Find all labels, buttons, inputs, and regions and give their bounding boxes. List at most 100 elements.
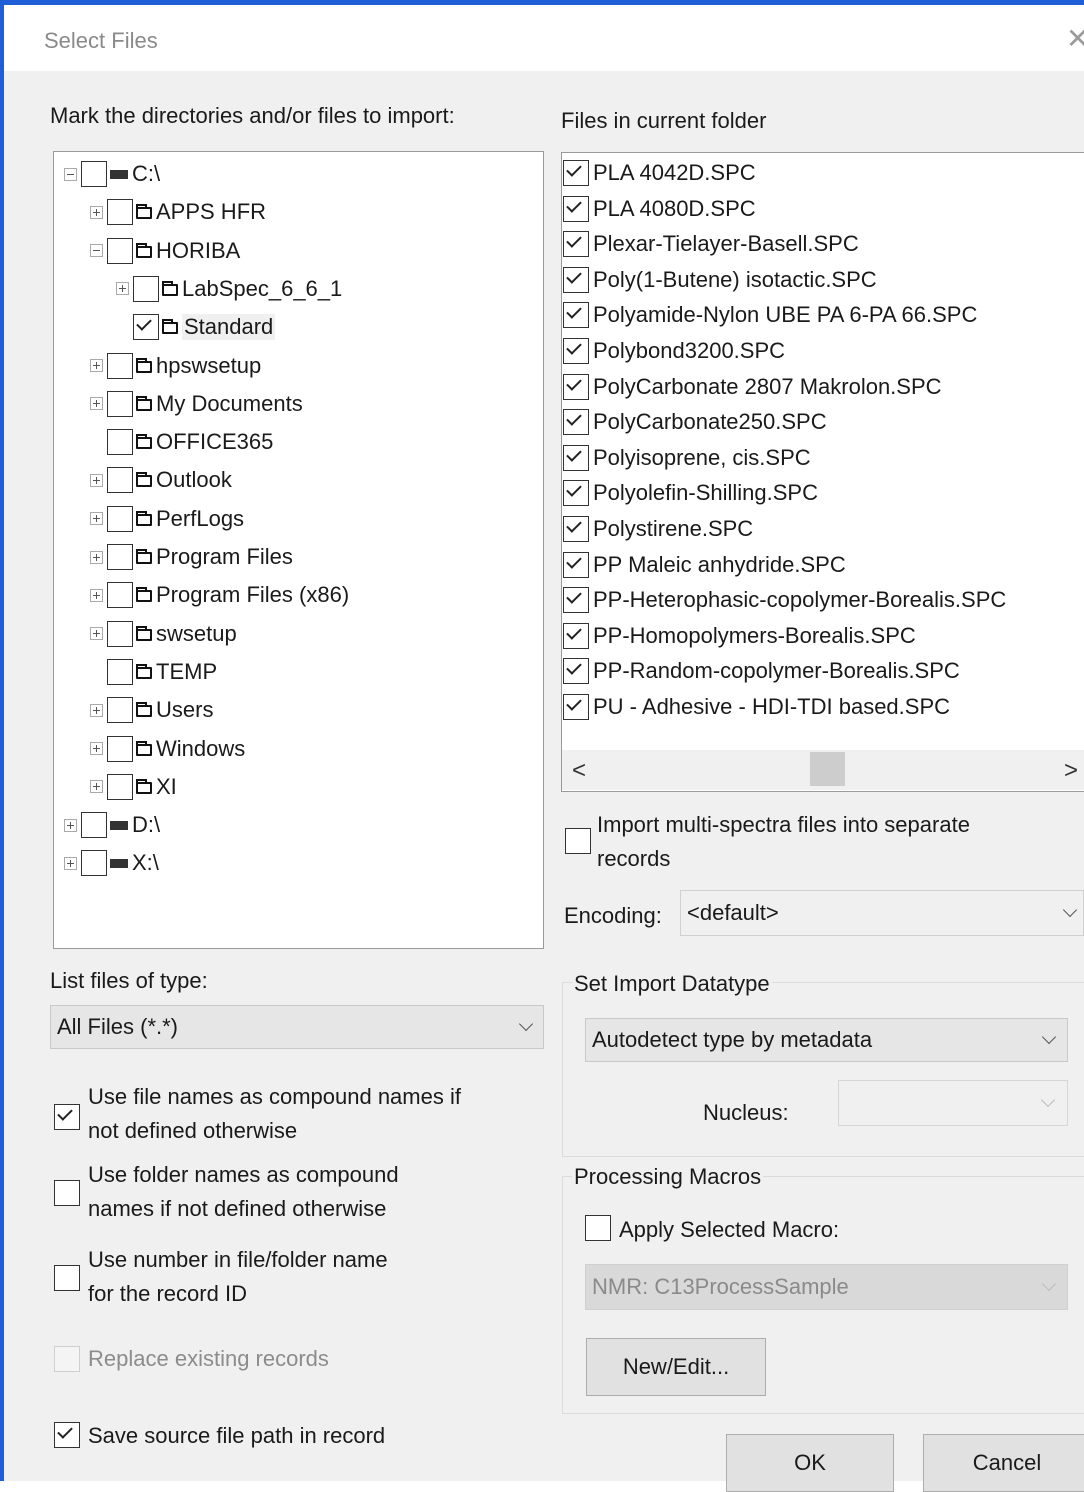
file-list-item[interactable]: PU - Adhesive - HDI-TDI based.SPC bbox=[563, 690, 950, 724]
tree-item-checkbox[interactable] bbox=[107, 390, 133, 417]
use-folder-names-option[interactable]: Use folder names as compound names if no… bbox=[52, 1162, 522, 1232]
tree-item-checkbox[interactable] bbox=[107, 697, 133, 724]
cancel-button[interactable]: Cancel bbox=[923, 1434, 1084, 1492]
tree-item[interactable]: Outlook bbox=[90, 462, 232, 498]
import-multi-checkbox[interactable] bbox=[565, 828, 591, 854]
apply-macro-checkbox[interactable] bbox=[585, 1215, 611, 1241]
apply-macro-option[interactable]: Apply Selected Macro: bbox=[584, 1212, 914, 1248]
expand-icon[interactable] bbox=[90, 550, 103, 564]
tree-item[interactable]: swsetup bbox=[90, 616, 237, 652]
tree-item-checkbox[interactable] bbox=[107, 620, 133, 647]
tree-item-checkbox[interactable] bbox=[107, 658, 133, 685]
tree-item-checkbox[interactable] bbox=[133, 314, 159, 341]
tree-item-checkbox[interactable] bbox=[107, 505, 133, 532]
tree-item[interactable]: hpswsetup bbox=[90, 348, 261, 384]
save-source-path-option[interactable]: Save source file path in record bbox=[52, 1420, 522, 1456]
close-icon[interactable]: ✕ bbox=[1066, 22, 1084, 55]
file-list-item[interactable]: Polybond3200.SPC bbox=[563, 334, 785, 368]
file-list-item[interactable]: PP Maleic anhydride.SPC bbox=[563, 548, 846, 582]
file-item-checkbox[interactable] bbox=[563, 409, 589, 436]
tree-item[interactable]: OFFICE365 bbox=[90, 424, 273, 460]
file-item-checkbox[interactable] bbox=[563, 266, 589, 293]
expand-icon[interactable] bbox=[90, 588, 103, 602]
file-list-item[interactable]: PP-Heterophasic-copolymer-Borealis.SPC bbox=[563, 583, 1006, 617]
expand-icon[interactable] bbox=[90, 703, 103, 717]
file-item-checkbox[interactable] bbox=[563, 195, 589, 222]
expand-icon[interactable] bbox=[90, 205, 103, 219]
collapse-icon[interactable] bbox=[90, 244, 103, 258]
import-multi-option[interactable]: Import multi-spectra files into separate… bbox=[562, 812, 1084, 882]
tree-item[interactable]: Standard bbox=[116, 309, 276, 345]
file-list-item[interactable]: PLA 4080D.SPC bbox=[563, 192, 756, 226]
tree-item[interactable]: X:\ bbox=[64, 845, 159, 881]
file-item-checkbox[interactable] bbox=[563, 551, 589, 578]
tree-item-checkbox[interactable] bbox=[81, 812, 107, 839]
tree-item[interactable]: LabSpec_6_6_1 bbox=[116, 271, 342, 307]
file-list-item[interactable]: Plexar-Tielayer-Basell.SPC bbox=[563, 227, 859, 261]
use-folder-names-checkbox[interactable] bbox=[54, 1180, 80, 1206]
tree-item-checkbox[interactable] bbox=[107, 352, 133, 379]
tree-item[interactable]: Windows bbox=[90, 731, 245, 767]
file-list-item[interactable]: PLA 4042D.SPC bbox=[563, 156, 756, 190]
scroll-right-icon[interactable]: > bbox=[1064, 757, 1078, 785]
file-item-checkbox[interactable] bbox=[563, 302, 589, 329]
tree-item-checkbox[interactable] bbox=[107, 773, 133, 800]
expand-icon[interactable] bbox=[90, 512, 103, 526]
file-item-checkbox[interactable] bbox=[563, 373, 589, 400]
expand-icon[interactable] bbox=[90, 359, 103, 372]
tree-item-checkbox[interactable] bbox=[107, 237, 133, 264]
tree-item-checkbox[interactable] bbox=[107, 467, 133, 494]
expand-icon[interactable] bbox=[90, 780, 103, 794]
file-item-checkbox[interactable] bbox=[563, 480, 589, 507]
expand-icon[interactable] bbox=[90, 473, 103, 487]
expand-icon[interactable] bbox=[90, 742, 103, 755]
file-list-item[interactable]: PolyCarbonate 2807 Makrolon.SPC bbox=[563, 370, 942, 404]
tree-item-checkbox[interactable] bbox=[107, 544, 133, 570]
tree-item-checkbox[interactable] bbox=[81, 850, 107, 877]
file-item-checkbox[interactable] bbox=[563, 444, 589, 471]
expand-icon[interactable] bbox=[64, 856, 77, 870]
tree-item[interactable]: D:\ bbox=[64, 807, 160, 843]
expand-icon[interactable] bbox=[64, 818, 77, 832]
use-number-option[interactable]: Use number in file/folder name for the r… bbox=[52, 1247, 522, 1317]
file-list-item[interactable]: PolyCarbonate250.SPC bbox=[563, 405, 827, 439]
tree-item[interactable]: Users bbox=[90, 692, 213, 728]
datatype-select[interactable]: Autodetect type by metadata bbox=[585, 1018, 1068, 1062]
expand-icon[interactable] bbox=[116, 282, 129, 296]
use-file-names-checkbox[interactable] bbox=[54, 1104, 80, 1130]
encoding-select[interactable]: <default> bbox=[680, 890, 1084, 936]
use-number-checkbox[interactable] bbox=[54, 1265, 80, 1291]
save-source-path-checkbox[interactable] bbox=[54, 1422, 80, 1448]
scrollbar-thumb[interactable] bbox=[810, 752, 845, 786]
file-item-checkbox[interactable] bbox=[563, 622, 589, 649]
tree-item[interactable]: PerfLogs bbox=[90, 501, 244, 537]
tree-item[interactable]: Program Files bbox=[90, 539, 293, 575]
tree-item[interactable]: APPS HFR bbox=[90, 194, 266, 230]
new-edit-button[interactable]: New/Edit... bbox=[586, 1338, 766, 1396]
file-list-item[interactable]: Polyisoprene, cis.SPC bbox=[563, 441, 811, 475]
file-list-item[interactable]: PP-Random-copolymer-Borealis.SPC bbox=[563, 654, 960, 688]
file-item-checkbox[interactable] bbox=[563, 231, 589, 258]
file-item-checkbox[interactable] bbox=[563, 160, 589, 186]
file-item-checkbox[interactable] bbox=[563, 694, 589, 720]
tree-item[interactable]: Program Files (x86) bbox=[90, 577, 349, 613]
file-item-checkbox[interactable] bbox=[563, 658, 589, 685]
ok-button[interactable]: OK bbox=[726, 1434, 894, 1492]
tree-item[interactable]: My Documents bbox=[90, 386, 303, 422]
tree-item-checkbox[interactable] bbox=[133, 275, 159, 302]
tree-item[interactable]: TEMP bbox=[90, 654, 217, 690]
collapse-icon[interactable] bbox=[64, 167, 77, 181]
file-item-checkbox[interactable] bbox=[563, 516, 589, 542]
file-item-checkbox[interactable] bbox=[563, 587, 589, 614]
file-list-item[interactable]: Polyamide-Nylon UBE PA 6-PA 66.SPC bbox=[563, 298, 977, 332]
file-list-item[interactable]: Polyolefin-Shilling.SPC bbox=[563, 476, 818, 510]
tree-item[interactable]: XI bbox=[90, 769, 177, 805]
file-list-item[interactable]: PP-Homopolymers-Borealis.SPC bbox=[563, 619, 916, 653]
file-list-item[interactable]: Poly(1-Butene) isotactic.SPC bbox=[563, 263, 877, 297]
tree-item-checkbox[interactable] bbox=[107, 199, 133, 226]
scroll-left-icon[interactable]: < bbox=[572, 757, 586, 785]
tree-item-checkbox[interactable] bbox=[107, 735, 133, 762]
file-list-item[interactable]: Polystirene.SPC bbox=[563, 512, 753, 546]
expand-icon[interactable] bbox=[90, 397, 103, 411]
use-file-names-option[interactable]: Use file names as compound names if not … bbox=[52, 1084, 522, 1154]
